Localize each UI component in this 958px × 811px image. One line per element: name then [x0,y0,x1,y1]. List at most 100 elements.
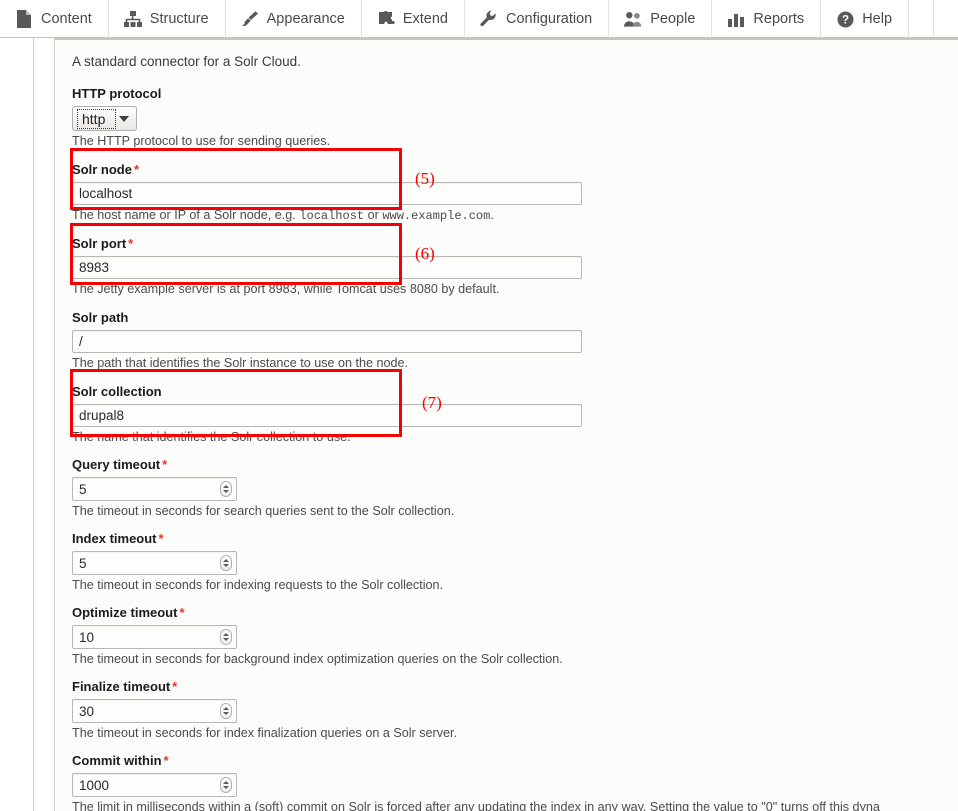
toolbar-item-content[interactable]: Content [0,0,109,38]
field-label: HTTP protocol [72,86,958,102]
toolbar-item-help[interactable]: ? Help [821,0,910,38]
toolbar-item-label: Configuration [506,11,593,27]
field-solr-path: Solr path The path that identifies the S… [72,310,958,371]
index-timeout-stepper [72,551,237,575]
field-query-timeout: Query timeout* The timeout in seconds fo… [72,457,958,519]
toolbar-item-reports[interactable]: Reports [712,0,822,38]
toolbar-item-label: Appearance [266,11,345,27]
required-marker: * [128,236,134,251]
field-description: The HTTP protocol to use for sending que… [72,134,331,148]
field-description: The Jetty example server is at port 8983… [72,282,500,296]
page-body: A standard connector for a Solr Cloud. H… [0,38,958,811]
field-description: The timeout in seconds for indexing requ… [72,578,444,592]
field-description: The name that identifies the Solr collec… [72,430,351,444]
annotation-label-7: (7) [422,393,442,412]
stepper-arrows-icon[interactable] [220,777,232,793]
toolbar-item-appearance[interactable]: Appearance [226,0,362,38]
field-label-text: Optimize timeout [72,605,178,620]
field-description: The host name or IP of a Solr node, e.g.… [72,208,958,224]
query-timeout-input[interactable] [72,477,237,501]
toolbar-item-extend[interactable]: Extend [362,0,465,38]
field-label: Index timeout * [72,531,958,547]
required-marker: * [163,753,169,768]
toolbar-item-label: Help [862,11,893,27]
toolbar-item-label: People [650,11,696,27]
required-marker: * [179,605,185,620]
field-label-text: Finalize timeout [72,679,171,694]
field-label-text: Solr node [72,162,132,177]
commit-within-stepper [72,773,237,797]
toolbar-item-label: Structure [149,11,209,27]
required-marker: * [158,531,164,546]
field-label: Query timeout * [72,457,958,473]
people-icon [624,10,642,28]
desc-part: or [364,208,383,222]
svg-text:?: ? [842,14,849,26]
field-label: Solr collection [72,384,958,400]
stepper-arrows-icon[interactable] [220,481,232,497]
required-marker: * [133,162,140,177]
left-rail-divider-1 [33,38,34,811]
puzzle-piece-icon [377,10,395,28]
required-marker: * [172,679,178,694]
field-label-text: Solr path [72,310,129,325]
stepper-arrows-icon[interactable] [220,703,232,719]
solr-port-input[interactable] [72,256,582,279]
solr-collection-input[interactable] [72,404,582,427]
field-commit-within: Commit within* The limit in milliseconds… [72,753,958,811]
form-description: A standard connector for a Solr Cloud. [72,54,301,69]
field-solr-port: Solr port* The Jetty example server is a… [72,236,958,297]
toolbar-item-label: Reports [753,11,805,27]
commit-within-input[interactable] [72,773,237,797]
field-label: Commit within * [72,753,958,769]
toolbar-item-structure[interactable]: Structure [109,0,226,38]
field-label: Optimize timeout * [72,605,958,621]
desc-part-mono: www.example.com [382,209,491,223]
http-protocol-selected-value: http [77,108,117,129]
field-description: The timeout in seconds for background in… [72,652,563,666]
field-label-text: HTTP protocol [72,86,162,101]
desc-part: . [490,208,494,222]
field-label-text: Commit within [72,753,162,768]
finalize-timeout-stepper [72,699,237,723]
toolbar-empty-area [934,0,958,37]
chevron-down-icon [116,115,136,122]
field-label: Solr port * [72,236,958,252]
field-finalize-timeout: Finalize timeout* The timeout in seconds… [72,679,958,741]
query-timeout-stepper [72,477,237,501]
content-column: A standard connector for a Solr Cloud. H… [55,38,958,811]
stepper-arrows-icon[interactable] [220,629,232,645]
field-http-protocol: HTTP protocol http The HTTP protocol to … [72,86,958,149]
wrench-icon [480,10,498,28]
admin-toolbar: Content Structure Appearance Extend Conf… [0,0,958,38]
toolbar-item-configuration[interactable]: Configuration [465,0,610,38]
field-optimize-timeout: Optimize timeout* The timeout in seconds… [72,605,958,667]
paintbrush-icon [241,10,259,28]
field-solr-node: Solr node* The host name or IP of a Solr… [72,162,958,224]
field-solr-collection: Solr collection The name that identifies… [72,384,958,445]
question-circle-icon: ? [836,10,854,28]
field-description: The timeout in seconds for search querie… [72,504,455,518]
field-label: Solr node * [72,162,958,178]
optimize-timeout-stepper [72,625,237,649]
solr-connector-form: A standard connector for a Solr Cloud. H… [72,40,958,811]
field-description: The timeout in seconds for index finaliz… [72,726,458,740]
field-label-text: Solr port [72,236,127,251]
field-index-timeout: Index timeout* The timeout in seconds fo… [72,531,958,593]
annotation-label-6: (6) [415,244,435,263]
annotation-label-5: (5) [415,169,435,188]
optimize-timeout-input[interactable] [72,625,237,649]
desc-part-mono: localhost [299,209,365,223]
field-description: The path that identifies the Solr instan… [72,356,409,370]
solr-node-input[interactable] [72,182,582,205]
finalize-timeout-input[interactable] [72,699,237,723]
required-marker: * [162,457,168,472]
stepper-arrows-icon[interactable] [220,555,232,571]
toolbar-item-label: Extend [402,11,448,27]
http-protocol-select[interactable]: http [72,106,138,131]
field-description: The limit in milliseconds within a (soft… [72,800,880,811]
toolbar-item-people[interactable]: People [609,0,713,38]
field-label: Solr path [72,310,958,326]
solr-path-input[interactable] [72,330,582,353]
index-timeout-input[interactable] [72,551,237,575]
